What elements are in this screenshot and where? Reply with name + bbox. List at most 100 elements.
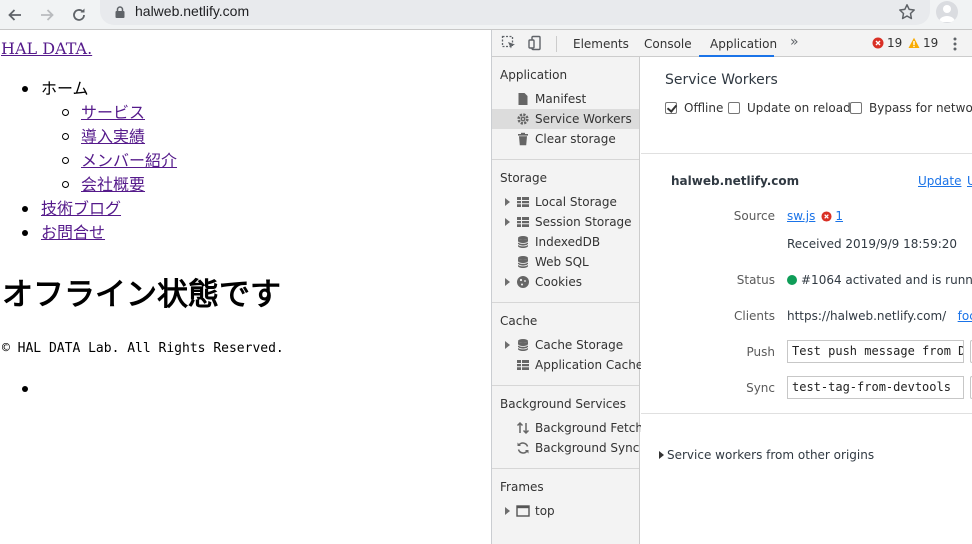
- database-icon: [517, 339, 529, 351]
- forward-button[interactable]: [35, 3, 59, 27]
- address-bar[interactable]: halweb.netlify.com: [100, 0, 930, 25]
- sync-tag-input[interactable]: test-tag-from-devtools: [787, 376, 964, 399]
- nav-home-label: ホーム: [41, 79, 89, 98]
- inspect-element-icon[interactable]: [501, 35, 517, 51]
- sidebar-item-manifest[interactable]: Manifest: [492, 89, 639, 109]
- database-icon: [517, 256, 529, 268]
- document-icon: [518, 93, 528, 105]
- source-error-count-link[interactable]: 1: [835, 209, 843, 223]
- update-link[interactable]: Update: [918, 174, 961, 188]
- worker-origin: halweb.netlify.com: [671, 174, 800, 188]
- warning-count: 19: [923, 36, 939, 50]
- expand-arrow-icon[interactable]: [505, 507, 510, 515]
- sidebar-item-web-sql[interactable]: Web SQL: [492, 252, 639, 272]
- sidebar-item-label: Application Cache: [535, 358, 644, 372]
- sidebar-item-label: IndexedDB: [535, 235, 601, 249]
- site-title-link[interactable]: HAL DATA.: [1, 39, 92, 58]
- frame-window-icon: [516, 505, 530, 517]
- bypass-for-network-checkbox[interactable]: Bypass for network: [850, 101, 972, 115]
- tab-elements[interactable]: Elements: [573, 37, 629, 51]
- checkbox-unchecked[interactable]: [850, 102, 862, 114]
- push-label: Push: [746, 345, 776, 359]
- offline-checkbox[interactable]: Offline: [665, 101, 723, 115]
- nav-link-company[interactable]: 会社概要: [81, 175, 145, 194]
- expand-arrow-icon[interactable]: [505, 341, 510, 349]
- nav-subitem: サービス: [41, 101, 177, 125]
- section-background-services: Background Services: [500, 397, 627, 411]
- expand-arrow-icon[interactable]: [659, 451, 664, 459]
- sidebar-item-frame-top[interactable]: top: [492, 501, 639, 521]
- section-cache: Cache: [500, 314, 538, 328]
- nav-link-service[interactable]: サービス: [81, 103, 145, 122]
- sidebar-item-background-fetch[interactable]: Background Fetch: [492, 418, 643, 438]
- sidebar-item-label: Clear storage: [535, 132, 616, 146]
- error-icon: [872, 37, 884, 49]
- nav-list: ホーム サービス 導入実績 メンバー紹介 会社概要 技術ブログ お問合せ: [0, 77, 177, 245]
- sidebar-item-indexeddb[interactable]: IndexedDB: [492, 232, 639, 252]
- section-divider: [641, 413, 972, 414]
- tab-console[interactable]: Console: [644, 37, 692, 51]
- focus-link[interactable]: focus: [958, 309, 972, 323]
- nav-link-blog[interactable]: 技術ブログ: [41, 199, 121, 218]
- table-grid-icon: [517, 217, 529, 227]
- clients-value: https://halweb.netlify.com/ focus: [787, 309, 972, 323]
- sidebar-item-background-sync[interactable]: Background Sync: [492, 438, 639, 458]
- nav-link-members[interactable]: メンバー紹介: [81, 151, 177, 170]
- push-message-input[interactable]: Test push message from De: [787, 340, 964, 363]
- section-divider: [641, 153, 972, 154]
- sidebar-item-label: Session Storage: [535, 215, 632, 229]
- expand-arrow-icon[interactable]: [505, 278, 510, 286]
- database-icon: [517, 236, 529, 248]
- error-count-badge[interactable]: 19: [872, 36, 902, 50]
- error-icon: [821, 211, 832, 222]
- device-toolbar-icon[interactable]: [528, 35, 544, 51]
- arrow-left-icon: [8, 9, 21, 21]
- person-icon: [939, 5, 955, 22]
- table-grid-icon: [517, 360, 529, 370]
- service-workers-pane: Service Workers Offline Update on reload…: [641, 57, 972, 544]
- sidebar-item-local-storage[interactable]: Local Storage: [492, 192, 639, 212]
- source-file-link[interactable]: sw.js: [787, 209, 815, 223]
- sidebar-item-session-storage[interactable]: Session Storage: [492, 212, 639, 232]
- section-storage: Storage: [500, 171, 547, 185]
- star-icon[interactable]: [898, 3, 916, 21]
- nav-subitem: 導入実績: [41, 125, 177, 149]
- update-on-reload-checkbox[interactable]: Update on reload: [728, 101, 851, 115]
- sidebar-item-label: Cookies: [535, 275, 582, 289]
- sidebar-item-clear-storage[interactable]: Clear storage: [492, 129, 639, 149]
- checkbox-label: Update on reload: [747, 101, 851, 115]
- pane-title: Service Workers: [665, 72, 778, 88]
- browser-toolbar: halweb.netlify.com: [0, 0, 972, 30]
- back-button[interactable]: [3, 3, 27, 27]
- status-value: #1064 activated and is running: [787, 273, 972, 287]
- expand-arrow-icon[interactable]: [505, 198, 510, 206]
- other-origins-toggle[interactable]: Service workers from other origins: [659, 448, 874, 462]
- client-url: https://halweb.netlify.com/: [787, 309, 947, 323]
- nav-link-cases[interactable]: 導入実績: [81, 127, 145, 146]
- sidebar-item-application-cache[interactable]: Application Cache: [492, 355, 643, 375]
- checkbox-label: Bypass for network: [869, 101, 972, 115]
- checkbox-checked[interactable]: [665, 102, 677, 114]
- sidebar-divider: [492, 468, 639, 469]
- expand-arrow-icon[interactable]: [505, 218, 510, 226]
- toolbar-separator: [556, 36, 557, 52]
- unregister-link[interactable]: U: [967, 174, 972, 188]
- kebab-menu-icon[interactable]: [953, 36, 957, 52]
- table-grid-icon: [517, 197, 529, 207]
- tab-application[interactable]: Application: [710, 37, 777, 51]
- sidebar-item-service-workers[interactable]: Service Workers: [492, 109, 639, 129]
- nav-item-home: ホーム サービス 導入実績 メンバー紹介 会社概要: [0, 77, 177, 197]
- sync-icon: [517, 442, 529, 454]
- nav-link-contact[interactable]: お問合せ: [41, 223, 105, 242]
- warning-count-badge[interactable]: 19: [908, 36, 938, 50]
- profile-avatar[interactable]: [936, 1, 958, 23]
- reload-button[interactable]: [67, 3, 91, 27]
- clients-label: Clients: [734, 309, 775, 323]
- sidebar-item-label: Service Workers: [535, 112, 632, 126]
- more-tabs-button[interactable]: »: [790, 34, 799, 50]
- nav-item-blog: 技術ブログ: [0, 197, 177, 221]
- checkbox-unchecked[interactable]: [728, 102, 740, 114]
- sidebar-item-cache-storage[interactable]: Cache Storage: [492, 335, 639, 355]
- sidebar-divider: [492, 159, 639, 160]
- sidebar-item-cookies[interactable]: Cookies: [492, 272, 639, 292]
